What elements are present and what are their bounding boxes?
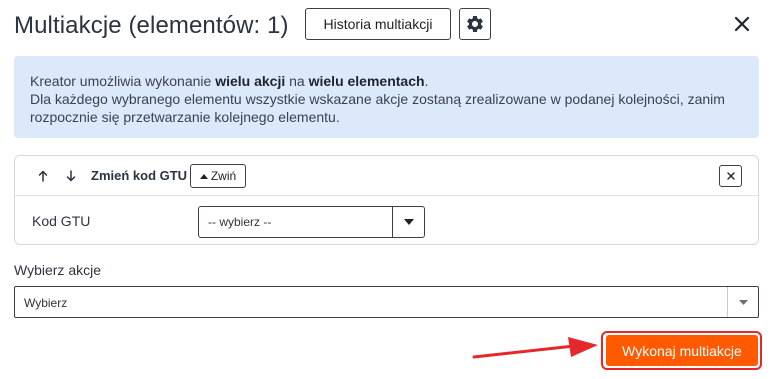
dialog-title: Multiakcje (elementów: 1) bbox=[14, 12, 289, 39]
choose-action-label: Wybierz akcje bbox=[14, 262, 102, 278]
info-line-1: Kreator umożliwia wykonanie wielu akcji … bbox=[30, 73, 429, 89]
info-box: Kreator umożliwia wykonanie wielu akcji … bbox=[14, 56, 759, 138]
execute-multiaction-button[interactable]: Wykonaj multiakcje bbox=[606, 335, 758, 366]
history-button[interactable]: Historia multiakcji bbox=[305, 8, 451, 40]
move-up-button[interactable] bbox=[34, 167, 52, 185]
pointer-arrow-icon bbox=[472, 337, 598, 359]
caret-up-icon bbox=[199, 173, 208, 179]
caret-down-icon bbox=[738, 299, 748, 305]
close-button[interactable] bbox=[728, 10, 756, 38]
action-title: Zmień kod GTU bbox=[91, 168, 188, 183]
close-icon bbox=[734, 16, 750, 32]
choose-action-select[interactable]: Wybierz bbox=[14, 286, 759, 318]
remove-action-button[interactable] bbox=[719, 165, 742, 187]
caret-down-icon bbox=[403, 219, 414, 225]
gtu-select[interactable]: -- wybierz -- bbox=[198, 206, 425, 238]
action-card-header: Zmień kod GTU Zwiń bbox=[15, 156, 758, 196]
multiaction-dialog: Multiakcje (elementów: 1) Historia multi… bbox=[0, 0, 777, 379]
collapse-button[interactable]: Zwiń bbox=[190, 164, 246, 188]
gtu-field-label: Kod GTU bbox=[32, 213, 91, 229]
gtu-select-value: -- wybierz -- bbox=[208, 215, 272, 229]
choose-action-toggle[interactable] bbox=[727, 287, 758, 317]
choose-action-value: Wybierz bbox=[24, 296, 68, 310]
move-down-button[interactable] bbox=[62, 167, 80, 185]
info-line-2: Dla każdego wybranego elementu wszystkie… bbox=[30, 91, 725, 125]
settings-button[interactable] bbox=[459, 8, 491, 40]
collapse-label: Zwiń bbox=[210, 169, 237, 183]
action-card: Zmień kod GTU Zwiń Kod GTU -- wybierz -- bbox=[14, 155, 759, 245]
arrow-down-icon bbox=[66, 170, 76, 182]
gear-icon bbox=[467, 15, 483, 32]
arrow-up-icon bbox=[38, 170, 48, 182]
gtu-select-toggle[interactable] bbox=[392, 207, 424, 237]
close-icon bbox=[726, 172, 735, 180]
